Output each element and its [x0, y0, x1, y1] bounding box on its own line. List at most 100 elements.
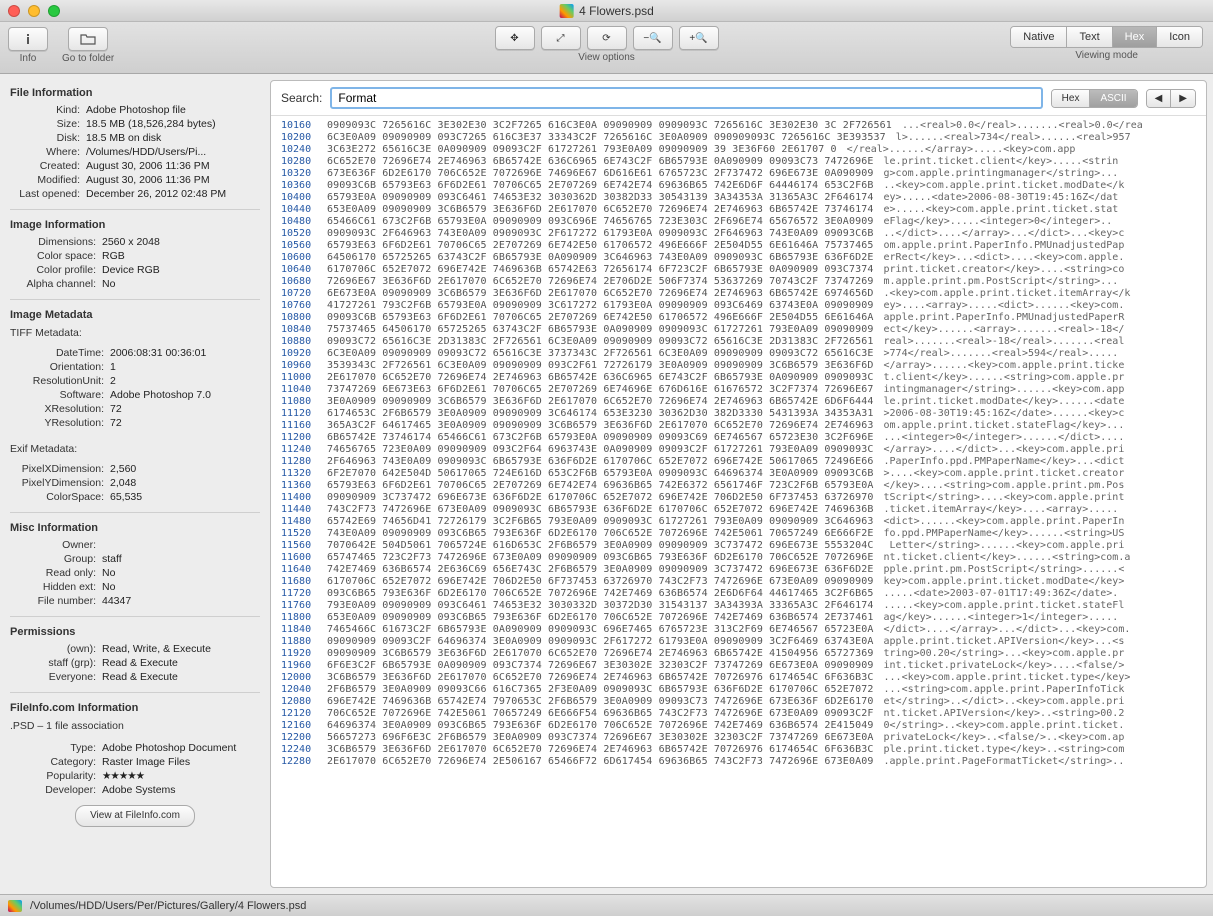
hex-bytes: 7070642E 504D5061 7065724E 616D653C 2F6B… — [327, 540, 884, 552]
hex-view[interactable]: 101600909093C 7265616C 3E302E30 3C2F7265… — [271, 116, 1206, 887]
info-row: Hidden ext:No — [10, 580, 260, 594]
divider — [10, 616, 260, 617]
info-row: Dimensions:2560 x 2048 — [10, 235, 260, 249]
pan-button[interactable]: ✥ — [495, 26, 535, 50]
hex-bytes: 742E7469 636B6574 2E636C69 656E743C 2F6B… — [327, 564, 884, 576]
search-next-button[interactable]: ▶ — [1171, 90, 1195, 107]
hex-bytes: 2E617070 6C652E70 72696E74 2E506167 6546… — [327, 756, 884, 768]
hex-bytes: 65793E0A 09090909 093C6461 74653E32 3030… — [327, 192, 884, 204]
search-mode-ascii[interactable]: ASCII — [1090, 90, 1136, 107]
info-row: Developer:Adobe Systems — [10, 783, 260, 797]
close-window-button[interactable] — [8, 5, 20, 17]
hex-ascii: nt.ticket.client</key>......<string>com.… — [884, 552, 1196, 564]
hex-row: 1056065793E63 6F6D2E61 70706C65 2E707269… — [271, 240, 1206, 252]
search-mode-hex[interactable]: Hex — [1052, 90, 1091, 107]
hex-bytes: 2E617070 6C652E70 72696E74 2E746963 6B65… — [327, 372, 884, 384]
info-value: staff — [102, 552, 260, 566]
hex-ascii: et</string>..</dict>..<key>com.apple.pri — [884, 696, 1196, 708]
hex-offset: 11840 — [281, 624, 327, 636]
view-at-fileinfo-button[interactable]: View at FileInfo.com — [75, 805, 195, 827]
hex-bytes: 6B65742E 73746174 65466C61 673C2F6B 6579… — [327, 432, 884, 444]
mode-icon[interactable]: Icon — [1157, 27, 1202, 47]
hex-row: 122802E617070 6C652E70 72696E74 2E506167… — [271, 756, 1206, 768]
hex-bytes: 65466C61 673C2F6B 65793E0A 09090909 093C… — [327, 216, 884, 228]
status-bar: /Volumes/HDD/Users/Per/Pictures/Gallery/… — [0, 894, 1213, 916]
hex-offset: 11560 — [281, 540, 327, 552]
info-key: ResolutionUnit: — [10, 374, 110, 388]
info-value: Adobe Systems — [102, 783, 260, 797]
hex-row: 1068072696E67 3E636F6D 2E617070 6C652E70… — [271, 276, 1206, 288]
hex-ascii: ple.print.ticket.type</key>..<string>com — [884, 744, 1196, 756]
mode-text[interactable]: Text — [1067, 27, 1112, 47]
info-key: (own): — [10, 642, 102, 656]
hex-ascii: nt.ticket.APIVersion</key>..<string>00.2 — [884, 708, 1196, 720]
zoom-window-button[interactable] — [48, 5, 60, 17]
hex-row: 1140009090909 3C737472 696E673E 636F6D2E… — [271, 492, 1206, 504]
go-to-folder-button[interactable] — [68, 27, 108, 51]
info-key: DateTime: — [10, 346, 110, 360]
hex-ascii: tScript</string>....<key>com.apple.print — [884, 492, 1196, 504]
info-row: Group:staff — [10, 552, 260, 566]
window-title-text: 4 Flowers.psd — [579, 4, 654, 18]
hex-bytes: 09090909 3C737472 696E673E 636F6D2E 6170… — [327, 492, 884, 504]
info-value: 1 — [110, 360, 260, 374]
hex-bytes: 6F6E3C2F 6B65793E 0A090909 093C7374 7269… — [327, 660, 884, 672]
sidebar: File Information Kind:Adobe Photoshop fi… — [0, 74, 270, 894]
hex-ascii: om.apple.print.PaperInfo.PMUnadjustedPap — [884, 240, 1196, 252]
hex-row: 119606F6E3C2F 6B65793E 0A090909 093C7374… — [271, 660, 1206, 672]
hex-row: 107206E673E0A 09090909 3C6B6579 3E636F6D… — [271, 288, 1206, 300]
search-prev-button[interactable]: ◀ — [1147, 90, 1172, 107]
divider — [10, 209, 260, 210]
hex-offset: 10280 — [281, 156, 327, 168]
hex-bytes: 2F646963 743E0A09 0909093C 6B65793E 636F… — [327, 456, 884, 468]
info-value: 65,535 — [110, 490, 260, 504]
hex-offset: 11080 — [281, 396, 327, 408]
hex-bytes: 6C652E70 72696E74 2E746963 6B65742E 636C… — [327, 156, 884, 168]
hex-ascii: .PaperInfo.ppd.PMPaperName</key>...<dict — [884, 456, 1196, 468]
info-row: Popularity:★★★★★ — [10, 769, 260, 783]
mode-hex[interactable]: Hex — [1113, 27, 1158, 47]
hex-bytes: 75737465 64506170 65725265 63743C2F 6B65… — [327, 324, 884, 336]
hex-row: 11160365A3C2F 64617465 3E0A0909 09090909… — [271, 420, 1206, 432]
hex-row: 11800653E0A09 09090909 093C6B65 793E636F… — [271, 612, 1206, 624]
zoom-out-button[interactable]: −🔍 — [633, 26, 673, 50]
hex-row: 12080696E742E 7469636B 65742E74 7970653C… — [271, 696, 1206, 708]
window-title: 4 Flowers.psd — [559, 4, 654, 18]
hex-bytes: 3E0A0909 09090909 3C6B6579 3E636F6D 2E61… — [327, 396, 884, 408]
info-key: Group: — [10, 552, 102, 566]
minimize-window-button[interactable] — [28, 5, 40, 17]
zoom-in-button[interactable]: +🔍 — [679, 26, 719, 50]
info-key: Where: — [10, 145, 86, 159]
hex-bytes: 0909093C 7265616C 3E302E30 3C2F7265 616C… — [327, 120, 902, 132]
rotate-button[interactable]: ⟳ — [587, 26, 627, 50]
hex-ascii: >....<key>com.apple.print.ticket.creator — [884, 468, 1196, 480]
tiff-metadata-label: TIFF Metadata: — [10, 326, 260, 340]
fit-button[interactable]: ⤢ — [541, 26, 581, 50]
info-row: Kind:Adobe Photoshop file — [10, 103, 260, 117]
info-button[interactable] — [8, 27, 48, 51]
hex-offset: 10160 — [281, 120, 327, 132]
view-options-label: View options — [578, 52, 635, 63]
info-key: Type: — [10, 741, 102, 755]
search-input[interactable] — [330, 87, 1042, 109]
hex-bytes: 65742E69 74656D41 72726179 3C2F6B65 793E… — [327, 516, 884, 528]
misc-header: Misc Information — [10, 521, 260, 535]
hex-bytes: 65747465 723C2F73 7472696E 673E0A09 0909… — [327, 552, 884, 564]
hex-ascii: >2006-08-30T19:45:16Z</date>......<key>c — [884, 408, 1196, 420]
mode-native[interactable]: Native — [1011, 27, 1067, 47]
info-value: Read & Execute — [102, 656, 260, 670]
info-key: PixelYDimension: — [10, 476, 110, 490]
info-key: Hidden ext: — [10, 580, 102, 594]
hex-row: 113206F2E7070 642E504D 50617065 724E616D… — [271, 468, 1206, 480]
exif-metadata-label: Exif Metadata: — [10, 442, 260, 456]
hex-ascii: eFlag</key>.....<integer>0</integer>.. — [884, 216, 1196, 228]
hex-offset: 12080 — [281, 696, 327, 708]
info-key: Owner: — [10, 538, 102, 552]
hex-offset: 11360 — [281, 480, 327, 492]
fileinfo-assoc: .PSD – 1 file association — [10, 719, 260, 733]
hex-offset: 12040 — [281, 684, 327, 696]
hex-offset: 10520 — [281, 228, 327, 240]
zoom-out-icon: −🔍 — [643, 33, 661, 44]
search-row: Search: Hex ASCII ◀ ▶ — [271, 81, 1206, 116]
hex-row: 1080009093C6B 65793E63 6F6D2E61 70706C65… — [271, 312, 1206, 324]
